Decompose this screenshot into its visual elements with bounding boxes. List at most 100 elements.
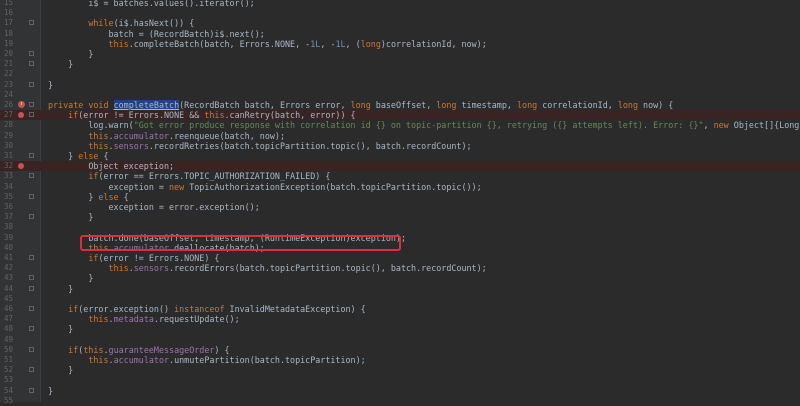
code-text: this.metadata.requestUpdate(); (88, 314, 240, 325)
line-number: 43 (3, 273, 13, 283)
code-text: if(this.guaranteeMessageOrder) { (68, 344, 230, 355)
line-number: 44 (3, 283, 13, 293)
breakpoint-icon[interactable] (18, 112, 24, 119)
code-text: i$ = batches.values().iterator(); (48, 0, 255, 8)
code-text: private void completeBatch(RecordBatch b… (48, 100, 674, 110)
code-text: if(error == Errors.TOPIC_AUTHORIZATION_F… (88, 171, 331, 182)
line-number: 33 (3, 171, 13, 181)
fold-marker-icon[interactable] (29, 173, 34, 179)
code-line[interactable]: 37 } (0, 212, 800, 222)
code-line[interactable]: 51 this.accumulator.unmutePartition(batc… (0, 355, 800, 365)
fold-marker-icon[interactable] (29, 81, 34, 87)
highlight-box (80, 235, 401, 251)
code-line[interactable]: 20 } (0, 49, 800, 59)
code-text: this.accumulator.reenqueue(batch, now); (88, 130, 286, 141)
fold-marker-icon[interactable] (29, 193, 34, 199)
fold-marker-icon[interactable] (29, 367, 34, 373)
code-text: } else { (48, 191, 129, 202)
code-line[interactable]: 16 (0, 8, 800, 18)
fold-marker-icon[interactable] (29, 255, 34, 260)
code-text: while(i$.hasNext()) { (88, 18, 195, 29)
fold-marker-icon[interactable] (29, 275, 34, 281)
code-text: if(error.exception() instanceof InvalidM… (68, 304, 366, 314)
code-line[interactable]: 50 if(this.guaranteeMessageOrder) { (0, 345, 800, 355)
fold-marker-icon[interactable] (29, 214, 34, 220)
fold-marker-icon[interactable] (29, 306, 34, 311)
code-text: } (48, 212, 94, 223)
code-line[interactable]: 55 (0, 396, 800, 406)
code-line[interactable]: 27 if(error != Errors.NONE && this.canRe… (0, 110, 800, 121)
code-line[interactable]: 45 (0, 294, 800, 304)
fold-marker-icon[interactable] (29, 102, 34, 107)
fold-marker-icon[interactable] (29, 153, 34, 158)
line-number: 15 (3, 0, 13, 7)
line-number: 46 (3, 304, 13, 313)
code-line[interactable]: 34 exception = new TopicAuthorizationExc… (0, 182, 800, 192)
fold-marker-icon[interactable] (29, 387, 34, 393)
line-number: 16 (3, 8, 13, 18)
line-number: 17 (3, 18, 13, 28)
code-line[interactable]: 54} (0, 386, 800, 396)
fold-marker-icon[interactable] (29, 20, 34, 26)
code-line[interactable]: 22 (0, 69, 800, 79)
fold-marker-icon[interactable] (29, 285, 34, 291)
code-line[interactable]: 43 } (0, 273, 800, 283)
line-number: 51 (3, 355, 13, 364)
code-line[interactable]: 29 this.accumulator.reenqueue(batch, now… (0, 131, 800, 141)
code-text: } (48, 365, 74, 376)
code-line[interactable]: 41 if(error != Errors.NONE) { (0, 253, 800, 263)
code-line[interactable]: 47 this.metadata.requestUpdate(); (0, 314, 800, 324)
code-line[interactable]: 42 this.sensors.recordErrors(batch.topic… (0, 263, 800, 273)
breakpoint-icon[interactable] (18, 163, 24, 170)
override-marker-icon[interactable]: ↑ (18, 101, 25, 108)
code-line[interactable]: 48 } (0, 324, 800, 334)
line-number: 54 (3, 385, 13, 395)
fold-marker-icon[interactable] (29, 51, 34, 56)
code-line[interactable]: 30 this.sensors.recordRetries(batch.topi… (0, 141, 800, 151)
code-line[interactable]: 46 if(error.exception() instanceof Inval… (0, 304, 800, 314)
code-line[interactable]: 44 } (0, 284, 800, 294)
code-text: if(error != Errors.NONE) { (88, 253, 220, 263)
code-line[interactable]: 53 (0, 375, 800, 385)
code-line[interactable]: 23} (0, 80, 800, 90)
code-text: } else { (48, 151, 109, 161)
line-number: 40 (3, 242, 13, 252)
code-line[interactable]: 24 (0, 90, 800, 100)
code-line[interactable]: 17 while(i$.hasNext()) { (0, 18, 800, 28)
code-line[interactable]: 18 batch = (RecordBatch)i$.next(); (0, 29, 800, 39)
code-text: } (48, 283, 74, 294)
code-line[interactable]: 26 ↑ private void completeBatch(RecordBatc… (0, 100, 800, 110)
line-number: 35 (3, 191, 13, 201)
line-number: 47 (3, 314, 13, 324)
line-number: 52 (3, 365, 13, 375)
line-number: 26 (3, 100, 13, 109)
code-line[interactable]: 49 (0, 335, 800, 345)
code-line[interactable]: 28 log.warn("Got error produce response … (0, 120, 800, 130)
fold-marker-icon[interactable] (29, 346, 34, 352)
code-text: } (48, 49, 94, 59)
code-line[interactable]: 15 i$ = batches.values().iterator(); (0, 0, 800, 8)
line-number: 39 (3, 232, 13, 242)
fold-marker-icon[interactable] (29, 326, 34, 332)
code-line[interactable]: 31 } else { (0, 151, 800, 161)
code-line[interactable]: 35 } else { (0, 192, 800, 202)
code-line[interactable]: 19 this.completeBatch(batch, Errors.NONE… (0, 39, 800, 49)
code-editor[interactable]: 15 i$ = batches.values().iterator(); 16 17… (0, 0, 800, 405)
code-line[interactable]: 33 if(error == Errors.TOPIC_AUTHORIZATIO… (0, 171, 800, 181)
line-number: 55 (3, 395, 13, 405)
line-number: 49 (3, 334, 13, 344)
fold-marker-icon[interactable] (29, 112, 34, 118)
code-line[interactable]: 21 } (0, 59, 800, 69)
code-text: exception = new TopicAuthorizationExcept… (48, 181, 482, 192)
line-number: 41 (3, 253, 13, 262)
line-number: 24 (3, 89, 13, 99)
code-text: } (48, 273, 94, 284)
code-line[interactable]: 32 Object exception; (0, 161, 800, 172)
code-text: exception = error.exception(); (48, 202, 260, 212)
line-number: 45 (3, 293, 13, 303)
code-line[interactable]: 36 exception = error.exception(); (0, 202, 800, 212)
code-line[interactable]: 52 } (0, 365, 800, 375)
code-line[interactable]: 38 (0, 222, 800, 232)
code-text: this.sensors.recordErrors(batch.topicPar… (108, 263, 487, 274)
fold-marker-icon[interactable] (29, 61, 34, 67)
